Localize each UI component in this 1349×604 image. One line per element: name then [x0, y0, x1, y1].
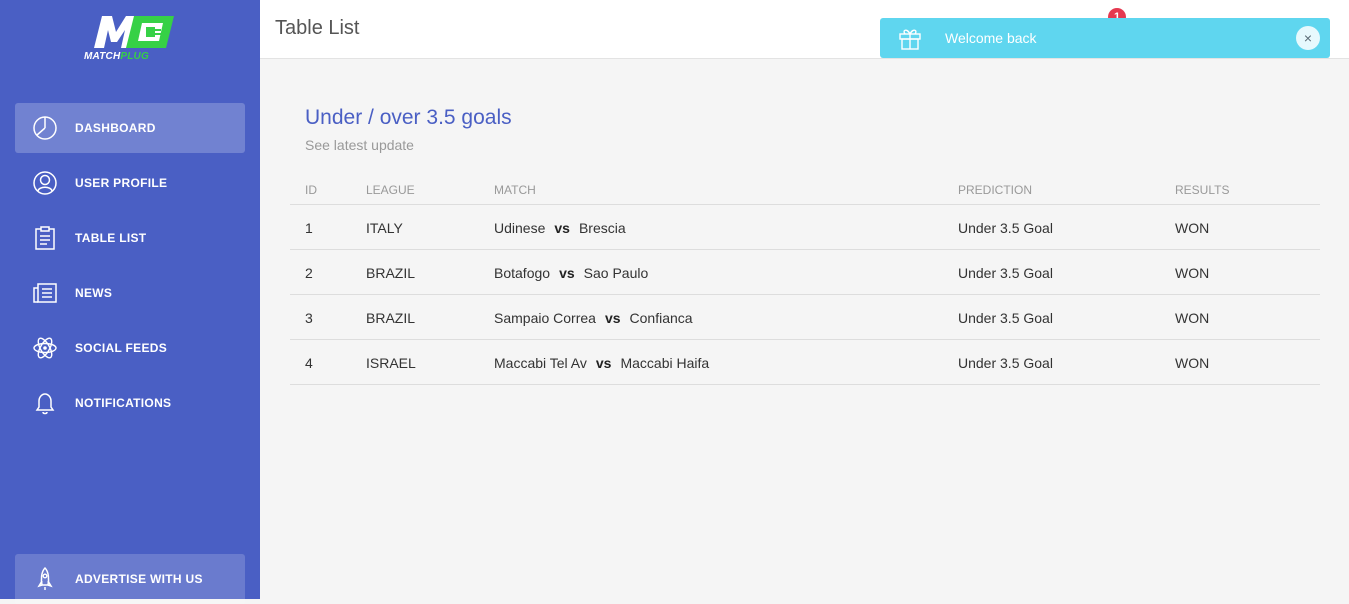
column-header-prediction: PREDICTION [958, 183, 1033, 197]
cell-league: ITALY [366, 220, 403, 236]
home-team: Udinese [494, 220, 546, 236]
gift-icon [897, 25, 923, 51]
close-icon[interactable]: × [1296, 26, 1320, 50]
cell-league: BRAZIL [366, 265, 416, 281]
newspaper-icon [30, 278, 60, 308]
home-team: Maccabi Tel Av [494, 355, 587, 371]
predictions-table: ID LEAGUE MATCH PREDICTION RESULTS 1 ITA… [290, 174, 1320, 385]
column-header-results: RESULTS [1175, 183, 1230, 197]
cell-result: WON [1175, 355, 1210, 371]
cell-prediction: Under 3.5 Goal [958, 265, 1053, 281]
sidebar-item-table-list[interactable]: TABLE LIST [15, 213, 245, 263]
cell-id: 3 [305, 310, 313, 326]
cell-match: Botafogo vs Sao Paulo [494, 265, 648, 281]
cell-match: Maccabi Tel Av vs Maccabi Haifa [494, 355, 709, 371]
cell-prediction: Under 3.5 Goal [958, 310, 1053, 326]
logo-mark-icon [94, 16, 174, 48]
column-header-league: LEAGUE [366, 183, 415, 197]
vs-label: vs [604, 310, 621, 326]
brand-logo[interactable]: MATCHPLUG [84, 12, 176, 66]
welcome-toast: Welcome back × [880, 18, 1330, 58]
cell-match: Sampaio Correa vs Confianca [494, 310, 693, 326]
sidebar-item-label: NOTIFICATIONS [75, 396, 172, 410]
sidebar-item-dashboard[interactable]: DASHBOARD [15, 103, 245, 153]
cell-id: 1 [305, 220, 313, 236]
cell-prediction: Under 3.5 Goal [958, 220, 1053, 236]
bell-icon [30, 388, 60, 418]
table-row: 3 BRAZIL Sampaio Correa vs Confianca Under… [290, 295, 1320, 340]
cell-prediction: Under 3.5 Goal [958, 355, 1053, 371]
sidebar-item-label: USER PROFILE [75, 176, 168, 190]
away-team: Brescia [578, 220, 626, 236]
table-row: 1 ITALY Udinese vs Brescia Under 3.5 Goal … [290, 205, 1320, 250]
home-team: Botafogo [494, 265, 551, 281]
column-header-match: MATCH [494, 183, 536, 197]
table-header: ID LEAGUE MATCH PREDICTION RESULTS [290, 174, 1320, 205]
rocket-icon [30, 564, 60, 594]
away-team: Confianca [629, 310, 693, 326]
page-title: Table List [275, 17, 360, 39]
sidebar-item-social-feeds[interactable]: SOCIAL FEEDS [15, 323, 245, 373]
cell-id: 2 [305, 265, 313, 281]
card-subtitle: See latest update [305, 137, 414, 153]
column-header-id: ID [305, 183, 317, 197]
advertise-label: ADVERTISE WITH US [75, 572, 203, 586]
card-title: Under / over 3.5 goals [305, 106, 512, 129]
table-row: 4 ISRAEL Maccabi Tel Av vs Maccabi Haifa U… [290, 340, 1320, 385]
cell-result: WON [1175, 310, 1210, 326]
logo-wordmark: MATCHPLUG [84, 51, 149, 62]
away-team: Sao Paulo [583, 265, 649, 281]
toast-message: Welcome back [945, 30, 1037, 46]
sidebar-item-user-profile[interactable]: USER PROFILE [15, 158, 245, 208]
pie-chart-icon [30, 113, 60, 143]
sidebar: MATCHPLUG DASHBOARD USER PROFILE TABLE L… [0, 0, 260, 604]
sidebar-item-label: SOCIAL FEEDS [75, 341, 168, 355]
cell-league: BRAZIL [366, 310, 416, 326]
home-team: Sampaio Correa [494, 310, 596, 326]
sidebar-item-notifications[interactable]: NOTIFICATIONS [15, 378, 245, 428]
sidebar-item-label: DASHBOARD [75, 121, 156, 135]
cell-match: Udinese vs Brescia [494, 220, 626, 236]
vs-label: vs [559, 265, 575, 281]
cell-result: WON [1175, 220, 1210, 236]
clipboard-icon [30, 223, 60, 253]
away-team: Maccabi Haifa [620, 355, 710, 371]
vs-label: vs [595, 355, 612, 371]
sidebar-item-news[interactable]: NEWS [15, 268, 245, 318]
cell-result: WON [1175, 265, 1210, 281]
atom-icon [30, 333, 60, 363]
table-row: 2 BRAZIL Botafogo vs Sao Paulo Under 3.5 G… [290, 250, 1320, 295]
cell-id: 4 [305, 355, 313, 371]
advertise-button[interactable]: ADVERTISE WITH US [15, 554, 245, 604]
vs-label: vs [554, 220, 570, 236]
cell-league: ISRAEL [366, 355, 416, 371]
user-icon [30, 168, 60, 198]
sidebar-item-label: NEWS [75, 286, 113, 300]
sidebar-item-label: TABLE LIST [75, 231, 147, 245]
